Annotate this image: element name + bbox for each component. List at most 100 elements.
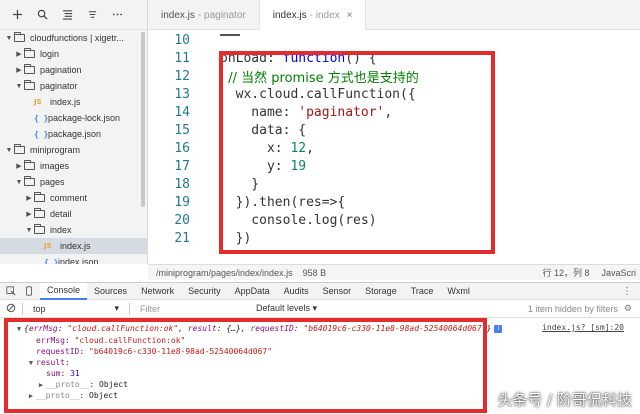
tree-item-label: index.js [60, 241, 91, 251]
folder-icon [34, 192, 45, 202]
tree-item[interactable]: ▶ images [0, 158, 147, 174]
tree-item[interactable]: ▼ pages [0, 174, 147, 190]
tab-sources[interactable]: Sources [87, 283, 134, 300]
more-icon[interactable]: ⋮ [622, 286, 632, 297]
language-mode[interactable]: JavaScri [601, 268, 636, 278]
tab-security[interactable]: Security [181, 283, 228, 300]
devtools-tab-list: Console Sources Network Security AppData Audi… [40, 282, 477, 300]
more-icon[interactable] [106, 4, 128, 26]
collapse-icon[interactable] [81, 4, 103, 26]
outline-icon[interactable] [56, 4, 78, 26]
code-text: data: { [220, 123, 306, 138]
tree-item[interactable]: { } index.json [0, 254, 147, 264]
chevron-right-icon: ▶ [16, 163, 22, 170]
expand-triangle-icon[interactable]: ▶ [36, 381, 46, 389]
inspect-icon[interactable] [4, 284, 18, 298]
tab-label: index.js [161, 9, 195, 21]
chevron-down-icon: ▼ [15, 82, 23, 90]
gear-icon[interactable]: ⚙ [624, 303, 632, 314]
tree-item[interactable]: JS index.js [0, 94, 147, 110]
file-explorer: ▼ cloudfunctions | xigetr... ▶ login ▶ pagina… [0, 0, 148, 264]
tree-item[interactable]: ▶ login [0, 46, 147, 62]
code-token: } [220, 176, 260, 192]
context-value: top [33, 303, 46, 314]
clear-console-icon[interactable] [6, 303, 16, 315]
tab-sensor[interactable]: Sensor [316, 283, 359, 300]
line-number: 19 [174, 194, 190, 210]
context-select[interactable]: top ▾ [29, 303, 123, 314]
log-entry-summary[interactable]: ▼ { errMsg: "cloud.callFunction:ok", res… [14, 323, 503, 334]
tree-item-label: login [40, 49, 60, 59]
code-line: 19 }).then(res=>{ [148, 193, 345, 211]
json-file-icon: { } [34, 129, 49, 139]
add-icon[interactable] [6, 4, 28, 26]
code-area[interactable]: 10 11 onLoad: function() {12 // 当然 promise… [148, 30, 640, 248]
tab-audits[interactable]: Audits [277, 283, 316, 300]
tab-hint: - index [309, 9, 340, 21]
code-line: 22 [148, 247, 190, 248]
chevron-right-icon: ▶ [26, 211, 32, 218]
editor-tabs: index.js - paginator index.js - index × [148, 0, 640, 30]
chevron-right-icon: ▶ [16, 51, 22, 58]
tree-item[interactable]: ▼ index [0, 222, 147, 238]
tree-item-label: pagination [40, 65, 82, 75]
tab-storage[interactable]: Storage [358, 283, 404, 300]
log-prop-proto-inner[interactable]: ▶ __proto__: Object [36, 379, 128, 390]
tab-wxml[interactable]: Wxml [440, 283, 477, 300]
explorer-scrollbar[interactable] [141, 32, 145, 207]
close-icon[interactable]: × [347, 10, 353, 21]
tree-item[interactable]: JS index.js [0, 238, 147, 254]
expand-triangle-icon[interactable]: ▼ [26, 359, 36, 367]
log-prop-result[interactable]: ▼ result: [26, 357, 70, 368]
expand-triangle-icon[interactable]: ▶ [26, 392, 36, 400]
chevron-down-icon: ▼ [15, 178, 23, 186]
code-token: x: [220, 140, 291, 156]
chevron-down-icon: ▼ [5, 146, 13, 154]
tree-item-label: index.js [50, 97, 81, 107]
code-text: }).then(res=>{ [220, 195, 346, 210]
tree-item[interactable]: ▼ paginator [0, 78, 147, 94]
search-icon[interactable] [31, 4, 53, 26]
explorer-toolbar [0, 0, 147, 30]
tree-item-label: comment [50, 193, 88, 203]
tab-network[interactable]: Network [134, 283, 181, 300]
tab-index-paginator[interactable]: index.js - paginator [148, 0, 260, 30]
tree-item-label: index.json [58, 257, 99, 264]
log-source-link[interactable]: index.js? [sm]:20 [542, 323, 624, 332]
tree-item[interactable]: ▼ cloudfunctions | xigetr... [0, 30, 147, 46]
code-token: console.log(res) [220, 212, 377, 228]
tree-item-label: pages [40, 177, 65, 187]
tree-item[interactable]: { } package-lock.json [0, 110, 147, 126]
tree-item[interactable]: ▼ miniprogram [0, 142, 147, 158]
tree-item[interactable]: ▶ comment [0, 190, 147, 206]
log-prop-errmsg: errMsg: "cloud.callFunction:ok" [36, 336, 186, 345]
device-icon[interactable] [22, 284, 36, 298]
json-file-icon: { } [34, 113, 49, 123]
tab-trace[interactable]: Trace [404, 283, 441, 300]
code-line: 10 [148, 31, 190, 49]
tab-console[interactable]: Console [40, 282, 88, 300]
folder-icon [24, 64, 35, 74]
tab-index-index[interactable]: index.js - index × [259, 0, 367, 30]
code-text: } [220, 177, 259, 192]
js-file-icon: JS [34, 98, 42, 106]
code-token: 19 [290, 158, 307, 174]
filter-input[interactable]: Filter [136, 304, 256, 314]
tree-item[interactable]: ▶ detail [0, 206, 147, 222]
tree-item[interactable]: { } package.json [0, 126, 147, 142]
tree-item-label: detail [50, 209, 72, 219]
info-icon: i [494, 324, 503, 333]
code-line: 12 // 当然 promise 方式也是支持的 [148, 67, 418, 86]
cursor-position[interactable]: 行 12，列 8 [542, 266, 589, 279]
log-levels-select[interactable]: Default levels ▾ [256, 303, 317, 314]
log-prop-proto-outer[interactable]: ▶ __proto__: Object [26, 390, 118, 401]
code-token: function [282, 50, 346, 66]
expand-triangle-icon[interactable]: ▼ [14, 325, 24, 333]
console-toolbar: top ▾ Filter Default levels ▾ 1 item hid… [0, 300, 640, 318]
tab-appdata[interactable]: AppData [228, 283, 277, 300]
tree-item-label: miniprogram [30, 145, 81, 155]
code-text: onLoad: function() { [220, 51, 377, 66]
tree-item-label: cloudfunctions | xigetr... [30, 33, 124, 43]
code-token: wx.cloud.callFunction({ [220, 86, 416, 102]
tree-item[interactable]: ▶ pagination [0, 62, 147, 78]
